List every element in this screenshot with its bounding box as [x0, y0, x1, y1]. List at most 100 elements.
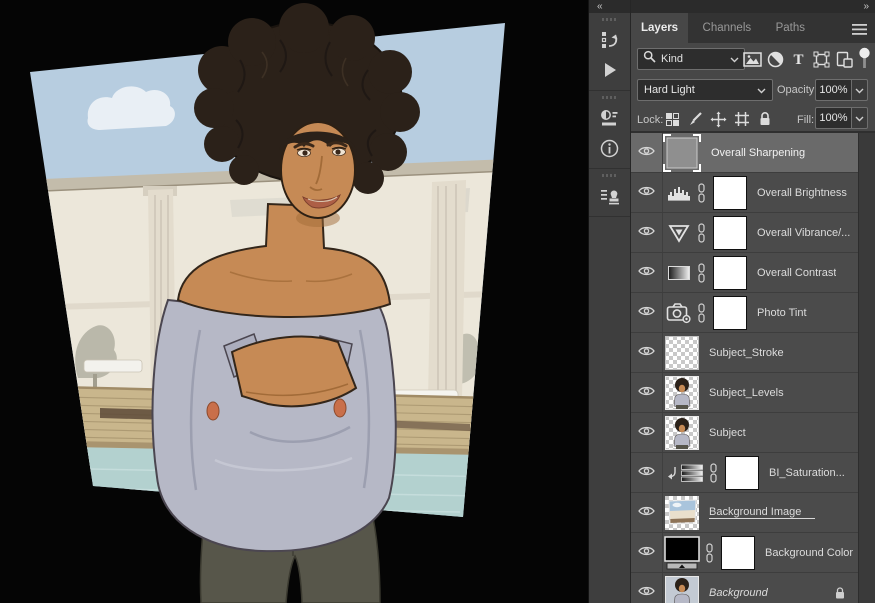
fill-chevron[interactable]	[852, 107, 868, 129]
collapsed-panel-dock: «	[588, 0, 630, 603]
layer-row-overall-brightness[interactable]: Overall Brightness	[631, 173, 858, 213]
layer-thumbnail[interactable]	[663, 134, 701, 172]
tab-layers[interactable]: Layers	[631, 13, 688, 43]
opacity-input[interactable]: 100%	[815, 79, 852, 101]
layer-visibility-toggle[interactable]	[636, 263, 657, 282]
layers-scrollbar[interactable]	[858, 133, 875, 603]
opacity-label: Opacity:	[777, 84, 817, 96]
drag-handle	[602, 174, 618, 177]
tool-presets-panel-icon[interactable]	[589, 103, 630, 133]
layer-row-overall-vibrance[interactable]: Overall Vibrance/...	[631, 213, 858, 253]
blend-mode-dropdown[interactable]: Hard Light	[637, 79, 773, 101]
layer-thumbnail[interactable]	[665, 416, 699, 450]
hue-sat-adjustment-icon	[680, 463, 704, 483]
visibility-cell	[631, 493, 663, 532]
layer-row-content: Overall Brightness	[663, 173, 858, 212]
chevron-down-icon	[730, 50, 739, 68]
layer-mask-thumbnail[interactable]	[713, 216, 747, 250]
clipping-mask-arrow-icon	[667, 466, 678, 480]
panel-menu-icon[interactable]	[852, 23, 867, 38]
layer-name: Background Image	[709, 506, 815, 519]
layer-row-bi-saturation[interactable]: BI_Saturation...	[631, 453, 858, 493]
layer-visibility-toggle[interactable]	[636, 423, 657, 442]
eye-icon	[638, 265, 655, 280]
lock-position-icon[interactable]	[707, 109, 730, 129]
tab-channels[interactable]: Channels	[693, 13, 762, 43]
layer-name: BI_Saturation...	[769, 467, 845, 479]
fill-input[interactable]: 100%	[815, 107, 852, 129]
layer-row-overall-sharpening[interactable]: Overall Sharpening	[631, 133, 858, 173]
layer-row-content: Background Image	[663, 493, 858, 532]
opacity-chevron[interactable]	[852, 79, 868, 101]
layer-thumbnail[interactable]	[665, 576, 699, 603]
shape-layer-filter-icon[interactable]	[810, 48, 833, 70]
blend-row: Hard Light Opacity: 100%	[631, 76, 875, 105]
document-canvas[interactable]	[0, 0, 588, 603]
layer-name: Subject_Levels	[709, 387, 784, 399]
layer-row-content: Overall Vibrance/...	[663, 213, 858, 252]
layer-row-background-color[interactable]: Background Color	[631, 533, 858, 573]
layer-thumbnail[interactable]	[665, 336, 699, 370]
lock-row: Lock: Fill: 100%	[631, 105, 875, 133]
layer-visibility-toggle[interactable]	[636, 383, 657, 402]
lock-artboard-icon[interactable]	[730, 109, 753, 129]
layer-visibility-toggle[interactable]	[636, 183, 657, 202]
layer-row-subject[interactable]: Subject	[631, 413, 858, 453]
layer-mask-thumbnail[interactable]	[713, 256, 747, 290]
mask-link-icon	[697, 263, 706, 283]
filter-kind-label: Kind	[661, 53, 730, 65]
layer-row-overall-contrast[interactable]: Overall Contrast	[631, 253, 858, 293]
layer-visibility-toggle[interactable]	[636, 343, 657, 362]
visibility-cell	[631, 453, 663, 492]
layer-mask-thumbnail[interactable]	[713, 296, 747, 330]
layer-visibility-toggle[interactable]	[636, 223, 657, 242]
layer-visibility-toggle[interactable]	[636, 543, 657, 562]
layer-visibility-toggle[interactable]	[636, 583, 657, 602]
lock-transparency-icon[interactable]	[661, 109, 684, 129]
layer-visibility-toggle[interactable]	[636, 143, 657, 162]
collapse-right-icon: »	[863, 0, 868, 13]
drag-handle	[602, 18, 618, 21]
filter-kind-dropdown[interactable]: Kind	[637, 48, 745, 70]
visibility-cell	[631, 413, 663, 452]
layer-row-content: Overall Sharpening	[663, 133, 858, 172]
layer-name: Subject_Stroke	[709, 347, 784, 359]
layer-visibility-toggle[interactable]	[636, 303, 657, 322]
layer-filter-toggle[interactable]	[858, 47, 871, 73]
layer-row-subject-stroke[interactable]: Subject_Stroke	[631, 333, 858, 373]
layer-row-content: Subject	[663, 413, 858, 452]
lock-all-icon[interactable]	[753, 109, 776, 129]
history-panel-icon[interactable]	[589, 25, 630, 55]
layer-mask-thumbnail[interactable]	[725, 456, 759, 490]
layer-mask-thumbnail[interactable]	[721, 536, 755, 570]
layer-name: Background	[709, 587, 768, 599]
photo-filter-adjustment-icon	[666, 302, 692, 324]
layer-list: Overall SharpeningOverall BrightnessOver…	[631, 133, 858, 603]
search-icon	[643, 50, 656, 68]
type-layer-filter-icon[interactable]: T	[787, 48, 810, 70]
layer-row-subject-levels[interactable]: Subject_Levels	[631, 373, 858, 413]
layer-visibility-toggle[interactable]	[636, 503, 657, 522]
layer-row-photo-tint[interactable]: Photo Tint	[631, 293, 858, 333]
layer-row-content: BI_Saturation...	[663, 453, 858, 492]
fill-layer-thumbnail[interactable]	[664, 536, 700, 570]
layer-row-background[interactable]: Background	[631, 573, 858, 603]
layer-thumbnail[interactable]	[665, 376, 699, 410]
pixel-layer-filter-icon[interactable]	[741, 48, 764, 70]
layer-name: Background Color	[765, 547, 853, 559]
smart-object-filter-icon[interactable]	[833, 48, 856, 70]
adjustment-layer-filter-icon[interactable]	[764, 48, 787, 70]
dock-collapse-bar[interactable]: «	[589, 0, 630, 13]
eye-icon	[638, 425, 655, 440]
actions-panel-icon[interactable]	[589, 55, 630, 85]
info-panel-icon[interactable]	[589, 133, 630, 163]
layer-row-background-image[interactable]: Background Image	[631, 493, 858, 533]
tab-paths[interactable]: Paths	[766, 13, 815, 43]
layer-thumbnail[interactable]	[665, 496, 699, 530]
layer-mask-thumbnail[interactable]	[713, 176, 747, 210]
panel-collapse-bar[interactable]: »	[631, 0, 875, 13]
visibility-cell	[631, 373, 663, 412]
clone-source-panel-icon[interactable]	[589, 181, 630, 211]
layer-visibility-toggle[interactable]	[636, 463, 657, 482]
lock-paint-icon[interactable]	[684, 109, 707, 129]
